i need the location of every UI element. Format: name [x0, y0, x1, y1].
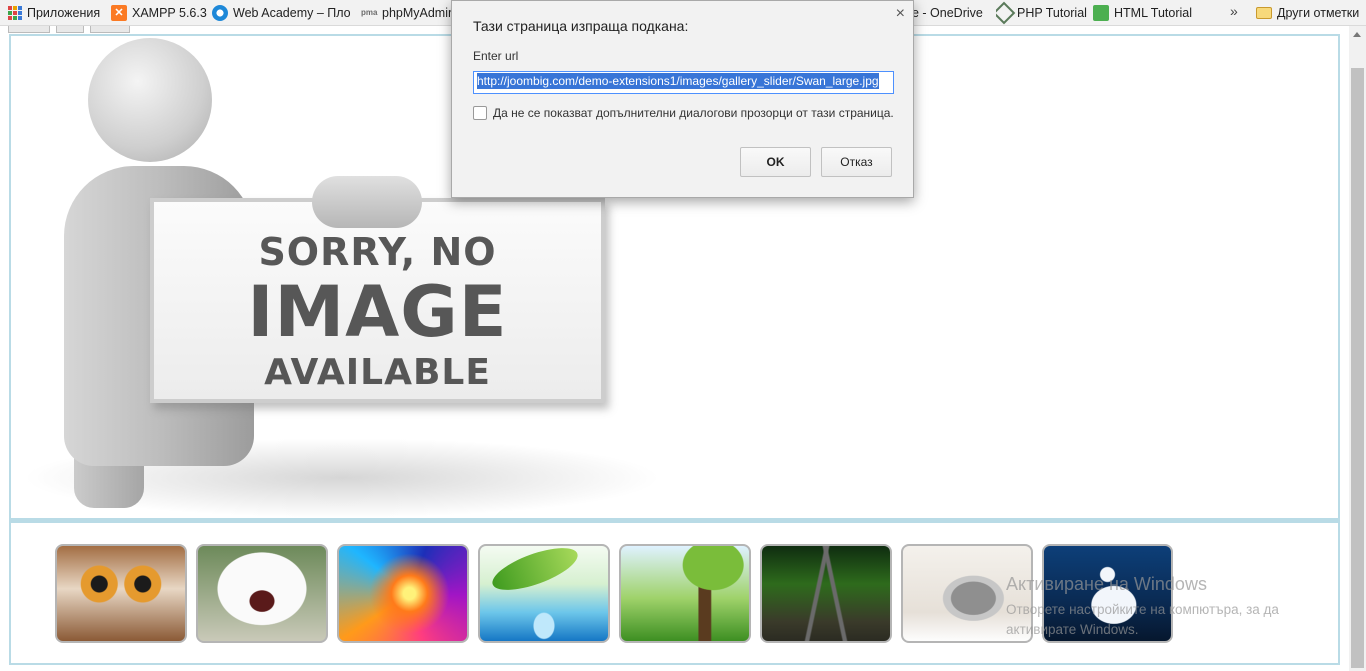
thumbnail-railway[interactable]: [760, 544, 892, 643]
url-input-value: http://joombig.com/demo-extensions1/imag…: [477, 73, 879, 89]
html-icon: [1093, 4, 1109, 21]
thumbnail-forest[interactable]: [619, 544, 751, 643]
bookmark-php-tutorial[interactable]: PHP Tutorial: [996, 0, 1087, 25]
bookmark-label: Web Academy – Пло: [233, 5, 350, 20]
windows-activation-watermark: Активиране на Windows Отворете настройки…: [1006, 574, 1279, 640]
xampp-icon: ✕: [111, 4, 127, 21]
bookmark-apps[interactable]: Приложения: [8, 0, 100, 25]
bookmarks-overflow-button[interactable]: »: [1230, 3, 1238, 19]
dialog-title: Тази страница изпраща подкана:: [473, 18, 689, 34]
watermark-line-1: Отворете настройките на компютъра, за да: [1006, 602, 1279, 617]
suppress-dialogs-checkbox[interactable]: [473, 106, 487, 120]
bookmark-html-tutorial[interactable]: HTML Tutorial: [1093, 0, 1192, 25]
close-icon[interactable]: ×: [896, 6, 905, 22]
no-image-sign: SORRY, NO IMAGE AVAILABLE: [150, 198, 605, 403]
thumbnail-owl[interactable]: [55, 544, 187, 643]
watermark-title: Активиране на Windows: [1006, 574, 1207, 594]
bookmark-label: e - OneDrive: [912, 5, 983, 20]
suppress-dialogs-option[interactable]: Да не се показват допълнителни диалогови…: [473, 106, 894, 120]
sign-line-2: IMAGE: [247, 271, 508, 353]
phpmyadmin-icon: pma: [361, 7, 378, 17]
bookmark-web-academy[interactable]: Web Academy – Пло: [212, 0, 350, 25]
bookmark-label: phpMyAdmin: [382, 5, 453, 20]
thumbnail-water-leaf[interactable]: [478, 544, 610, 643]
bookmark-label: XAMPP 5.6.3: [132, 5, 207, 20]
apps-grid-icon: [8, 5, 22, 20]
sign-line-3: AVAILABLE: [264, 352, 491, 393]
thumbnail-snowy-owl[interactable]: [196, 544, 328, 643]
url-input[interactable]: http://joombig.com/demo-extensions1/imag…: [473, 71, 894, 94]
figure-head: [88, 38, 212, 162]
diamond-icon: [996, 1, 1016, 24]
scrollbar-thumb[interactable]: [1351, 68, 1364, 668]
page-scrollbar[interactable]: [1349, 26, 1366, 671]
top-button-2[interactable]: [56, 26, 84, 33]
bookmark-onedrive[interactable]: e - OneDrive: [912, 0, 983, 25]
dialog-message: Enter url: [473, 49, 519, 63]
top-buttons: [8, 26, 130, 33]
bookmark-label: Други отметки: [1277, 5, 1360, 20]
ok-button[interactable]: OK: [740, 147, 811, 177]
bookmark-phpmyadmin[interactable]: pma phpMyAdmin: [361, 0, 453, 25]
cancel-button[interactable]: Отказ: [821, 147, 892, 177]
bookmark-label: Приложения: [27, 5, 101, 20]
bookmark-xampp[interactable]: ✕ XAMPP 5.6.3: [111, 0, 207, 25]
figure-arm: [312, 176, 422, 228]
bookmark-label: HTML Tutorial: [1114, 5, 1193, 20]
bookmark-label: PHP Tutorial: [1017, 5, 1087, 20]
sign-line-1: SORRY, NO: [258, 230, 497, 274]
folder-icon: [1256, 6, 1272, 19]
gear-icon: [212, 4, 228, 21]
watermark-line-2: активирате Windows.: [1006, 622, 1139, 637]
prompt-dialog: × Тази страница изпраща подкана: Enter u…: [451, 0, 914, 198]
scroll-up-arrow-icon[interactable]: [1353, 32, 1361, 37]
top-button-1[interactable]: [8, 26, 50, 33]
suppress-dialogs-label: Да не се показват допълнителни диалогови…: [493, 106, 894, 120]
thumbnail-abstract[interactable]: [337, 544, 469, 643]
top-button-3[interactable]: [90, 26, 130, 33]
bookmark-other[interactable]: Други отметки: [1256, 0, 1359, 25]
